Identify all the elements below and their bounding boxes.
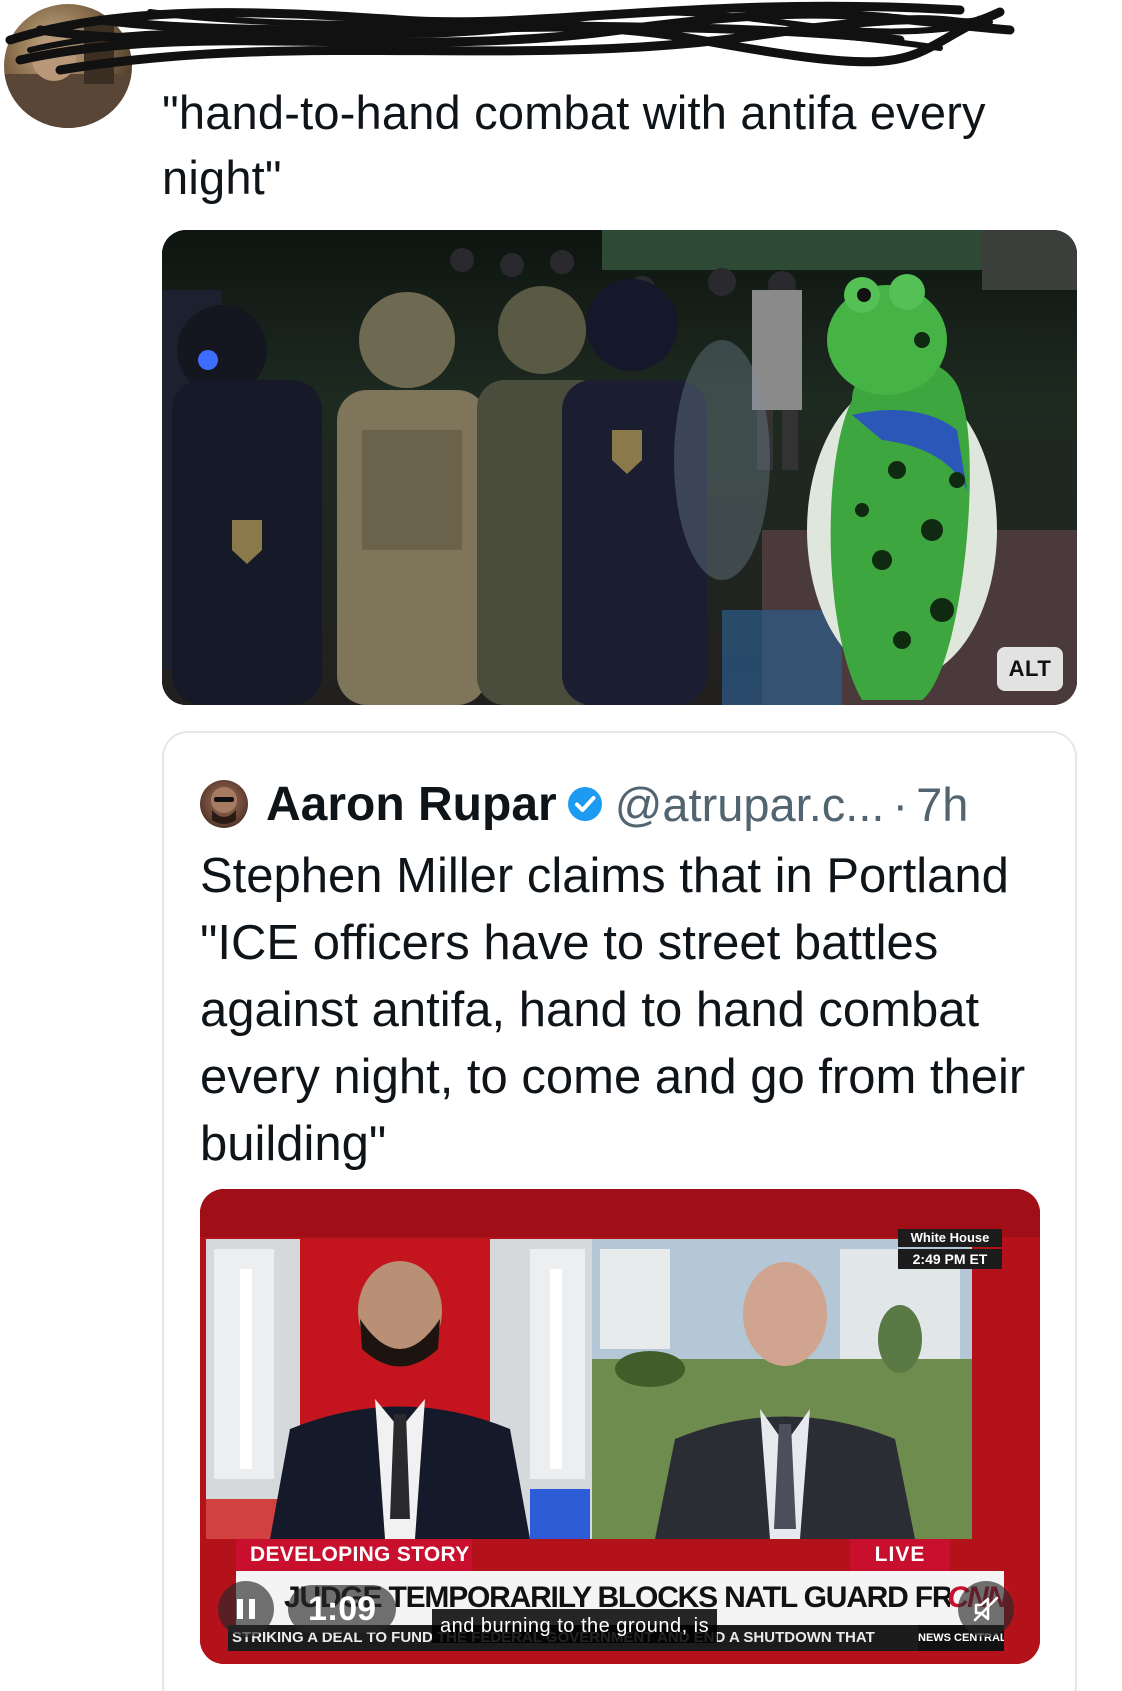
alt-text-button[interactable]: ALT (997, 647, 1063, 691)
pause-icon (237, 1599, 255, 1619)
verified-badge-icon (567, 787, 602, 821)
quoted-post-text: Stephen Miller claims that in Portland "… (200, 849, 1026, 1171)
quoted-post[interactable]: Aaron Rupar @atrupar.c... · 7h Stephen M… (162, 731, 1077, 1691)
mute-button[interactable] (958, 1581, 1014, 1637)
quoted-author-avatar[interactable] (200, 780, 248, 828)
post-text: "hand-to-hand combat with antifa every n… (162, 86, 986, 204)
officers-frog-photo (162, 230, 1077, 705)
post-timestamp[interactable]: 7h (916, 777, 968, 832)
video-player[interactable]: White House 2:49 PM ET DEVELOPING STORY … (200, 1189, 1040, 1664)
meta-separator: · (892, 777, 909, 831)
location-time: 2:49 PM ET (898, 1249, 1002, 1269)
post-photo[interactable]: ALT (162, 230, 1077, 705)
video-caption: and burning to the ground, is (432, 1609, 718, 1643)
location-label: White House (898, 1229, 1002, 1247)
segment-label: DEVELOPING STORY (236, 1539, 472, 1571)
live-badge: LIVE (850, 1539, 950, 1571)
quoted-author-name[interactable]: Aaron Rupar (266, 777, 557, 832)
quoted-author-handle[interactable]: @atrupar.c... (615, 777, 885, 832)
redaction-scribble (5, 1, 1015, 75)
quoted-post-header: Aaron Rupar @atrupar.c... · 7h (200, 769, 968, 839)
pause-button[interactable] (218, 1581, 274, 1637)
muted-speaker-icon (973, 1596, 999, 1622)
video-elapsed-time[interactable]: 1:09 (288, 1585, 397, 1633)
